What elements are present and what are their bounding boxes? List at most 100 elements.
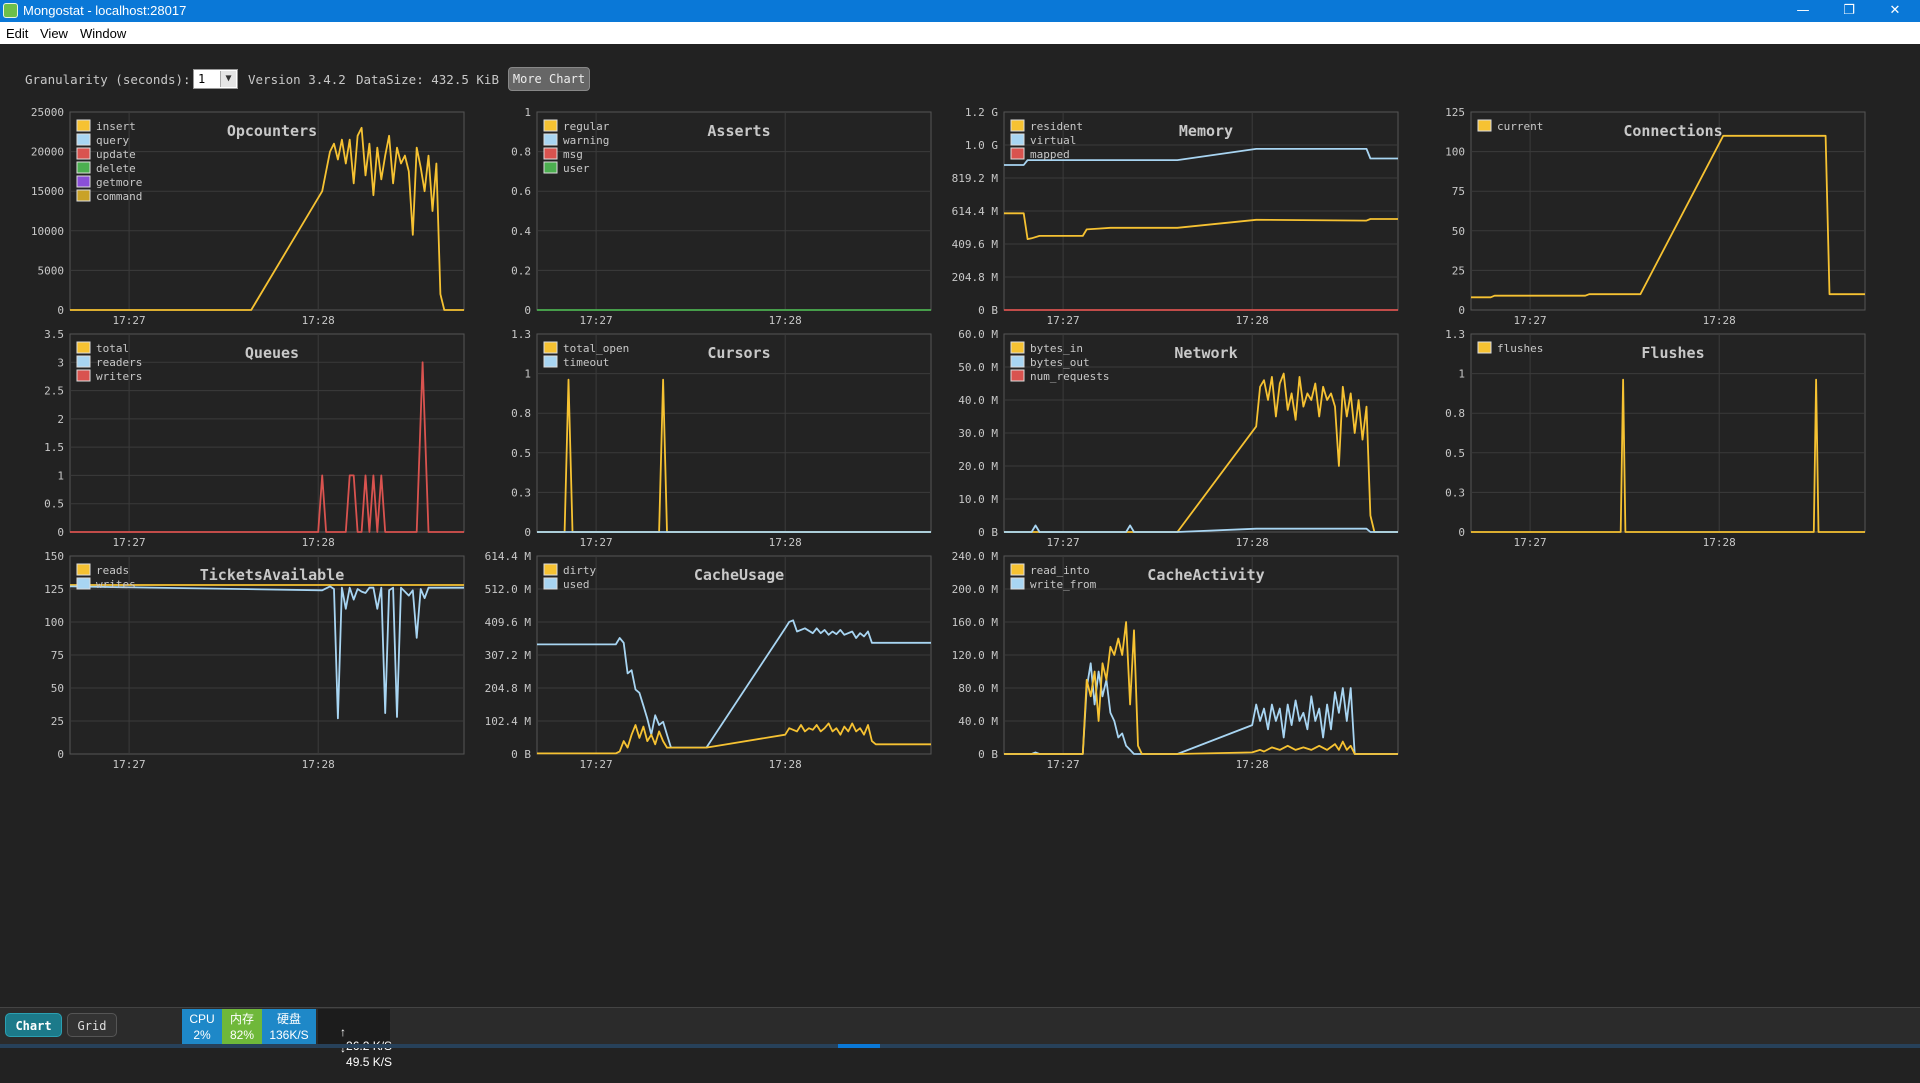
legend-swatch[interactable] xyxy=(1010,563,1025,576)
y-tick-label: 409.6 M xyxy=(952,238,999,251)
legend-label[interactable]: query xyxy=(96,134,129,147)
y-tick-label: 1.3 xyxy=(1445,328,1465,341)
legend-swatch[interactable] xyxy=(543,341,558,354)
y-tick-label: 20.0 M xyxy=(958,460,998,473)
legend-swatch[interactable] xyxy=(76,133,91,146)
legend-label[interactable]: total_open xyxy=(563,342,629,355)
chart-title: Queues xyxy=(245,344,299,362)
legend-label[interactable]: getmore xyxy=(96,176,142,189)
legend-label[interactable]: delete xyxy=(96,162,136,175)
y-tick-label: 1 xyxy=(524,106,531,119)
tab-chart[interactable]: Chart xyxy=(5,1013,62,1037)
legend-swatch[interactable] xyxy=(76,175,91,188)
chart-ticketsavailable: 150 125 100 75 50 25 0 17:27 17:28 TicketsAvailab… xyxy=(44,550,465,771)
disk-meter: 硬盘 136K/S xyxy=(262,1009,316,1044)
legend-swatch[interactable] xyxy=(1010,355,1025,368)
legend-label[interactable]: msg xyxy=(563,148,583,161)
y-tick-label: 0.5 xyxy=(44,498,64,511)
y-tick-label: 0 xyxy=(1458,304,1465,317)
legend-label[interactable]: reads xyxy=(96,564,129,577)
y-tick-label: 0.2 xyxy=(511,264,531,277)
x-tick-label: 17:28 xyxy=(302,758,335,771)
y-tick-label: 1.5 xyxy=(44,441,64,454)
legend-swatch[interactable] xyxy=(76,563,91,576)
legend-swatch[interactable] xyxy=(543,161,558,174)
legend-label[interactable]: writes xyxy=(96,578,136,591)
y-tick-label: 0.8 xyxy=(511,407,531,420)
legend-swatch[interactable] xyxy=(76,147,91,160)
charts-grid: 250002000015000100005000017:27 17:28Opcou… xyxy=(31,106,1866,771)
y-tick-label: 125 xyxy=(44,583,64,596)
x-tick-label: 17:27 xyxy=(1514,536,1547,549)
legend-label[interactable]: command xyxy=(96,190,142,203)
legend-swatch[interactable] xyxy=(543,577,558,590)
legend-swatch[interactable] xyxy=(76,189,91,202)
legend-swatch[interactable] xyxy=(1010,133,1025,146)
legend-label[interactable]: total xyxy=(96,342,129,355)
chart-title: Opcounters xyxy=(227,122,317,140)
chart-title: Flushes xyxy=(1641,344,1704,362)
legend-label[interactable]: regular xyxy=(563,120,610,133)
y-tick-label: 30.0 M xyxy=(958,427,998,440)
x-tick-label: 17:27 xyxy=(113,314,146,327)
legend-swatch[interactable] xyxy=(1010,341,1025,354)
legend-label[interactable]: flushes xyxy=(1497,342,1543,355)
y-tick-label: 1 xyxy=(524,368,531,381)
legend-swatch[interactable] xyxy=(76,355,91,368)
legend-swatch[interactable] xyxy=(543,133,558,146)
chart-cacheactivity: 240.0 M 200.0 M 160.0 M 120.0 M 80.0 M 40.0 M… xyxy=(952,550,1399,771)
legend-swatch[interactable] xyxy=(543,355,558,368)
legend-swatch[interactable] xyxy=(543,119,558,132)
disk-label: 硬盘 xyxy=(276,1012,301,1026)
legend-label[interactable]: user xyxy=(563,162,590,175)
legend-swatch[interactable] xyxy=(1010,119,1025,132)
legend-label[interactable]: bytes_out xyxy=(1030,356,1090,369)
legend-swatch[interactable] xyxy=(76,577,91,590)
legend-label[interactable]: insert xyxy=(96,120,136,133)
chart-flushes: 1.3 1 0.8 0.5 0.3 0 17:27 17:28 Flushes flushes xyxy=(1445,328,1866,549)
x-tick-label: 17:27 xyxy=(1514,314,1547,327)
legend-swatch[interactable] xyxy=(1010,577,1025,590)
legend-swatch[interactable] xyxy=(76,161,91,174)
x-tick-label: 17:28 xyxy=(769,314,802,327)
legend-label[interactable]: dirty xyxy=(563,564,596,577)
y-tick-label: 25 xyxy=(51,715,64,728)
legend-label[interactable]: num_requests xyxy=(1030,370,1109,383)
x-tick-label: 17:28 xyxy=(769,536,802,549)
legend-label[interactable]: virtual xyxy=(1030,134,1076,147)
tab-grid[interactable]: Grid xyxy=(67,1013,117,1037)
legend-swatch[interactable] xyxy=(543,147,558,160)
legend-swatch[interactable] xyxy=(1010,147,1025,160)
y-tick-label: 819.2 M xyxy=(952,172,999,185)
y-tick-label: 614.4 M xyxy=(952,205,999,218)
legend-swatch[interactable] xyxy=(76,369,91,382)
legend-label[interactable]: readers xyxy=(96,356,142,369)
legend-swatch[interactable] xyxy=(76,341,91,354)
legend-label[interactable]: bytes_in xyxy=(1030,342,1083,355)
legend-label[interactable]: writers xyxy=(96,370,142,383)
legend-swatch[interactable] xyxy=(1477,341,1492,354)
legend-swatch[interactable] xyxy=(1010,369,1025,382)
legend-label[interactable]: read_into xyxy=(1030,564,1090,577)
legend-swatch[interactable] xyxy=(1477,119,1492,132)
legend-swatch[interactable] xyxy=(543,563,558,576)
chart-title: Cursors xyxy=(707,344,770,362)
legend-label[interactable]: timeout xyxy=(563,356,609,369)
legend-label[interactable]: mapped xyxy=(1030,148,1070,161)
legend-swatch[interactable] xyxy=(76,119,91,132)
memory-label: 内存 xyxy=(229,1012,254,1026)
y-tick-label: 5000 xyxy=(38,264,65,277)
chart-queues: 3.5 3 2.5 2 1.5 1 0.5 0 17:27 17:28 Queues totalrea… xyxy=(44,328,465,549)
y-tick-label: 0 xyxy=(57,748,64,761)
legend-label[interactable]: resident xyxy=(1030,120,1083,133)
y-tick-label: 512.0 M xyxy=(485,583,532,596)
y-tick-label: 3.5 xyxy=(44,328,64,341)
legend-label[interactable]: update xyxy=(96,148,136,161)
y-tick-label: 1 xyxy=(1458,368,1465,381)
y-tick-label: 1.3 xyxy=(511,328,531,341)
legend-label[interactable]: current xyxy=(1497,120,1543,133)
legend-label[interactable]: write_from xyxy=(1030,578,1097,591)
legend-label[interactable]: used xyxy=(563,578,590,591)
memory-meter: 内存 82% xyxy=(222,1009,262,1044)
legend-label[interactable]: warning xyxy=(563,134,609,147)
